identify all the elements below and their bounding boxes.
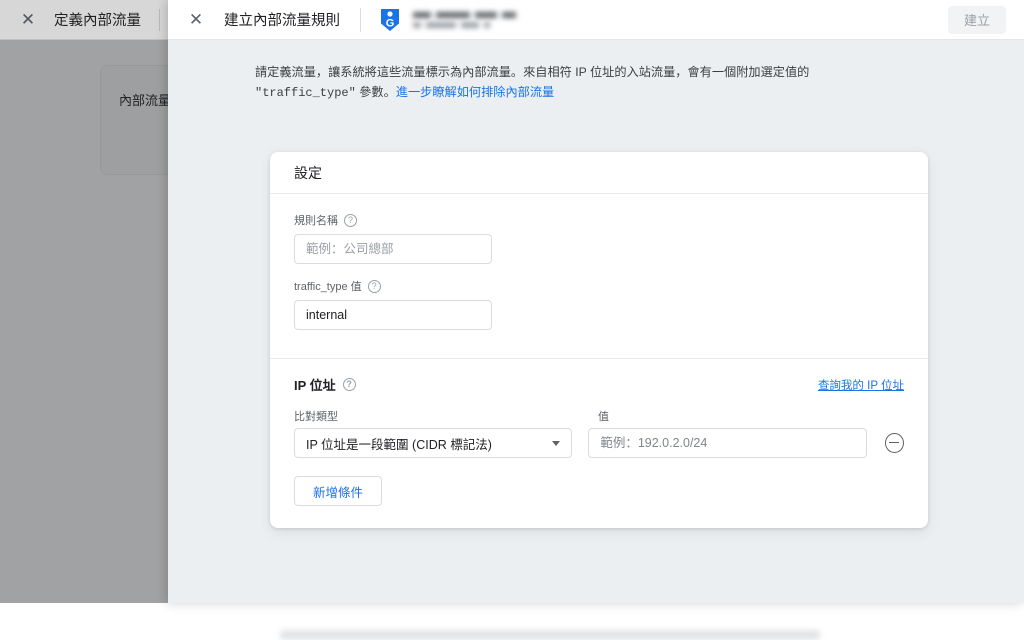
match-type-column-label: 比對類型 (294, 408, 598, 424)
traffic-type-label: traffic_type 值 (294, 278, 362, 294)
ip-section-heading: IP 位址 (294, 375, 336, 394)
background-footer-bar (280, 630, 820, 640)
ip-section-header-row: IP 位址 ? 查詢我的 IP 位址 (294, 375, 904, 394)
modal-title: 建立內部流量規則 (224, 9, 340, 30)
match-type-selected-value: IP 位址是一段範圍 (CIDR 標記法) (306, 434, 492, 453)
settings-card-header: 設定 (270, 152, 928, 194)
remove-circle-icon[interactable] (885, 433, 904, 453)
condition-row: IP 位址是一段範圍 (CIDR 標記法) (294, 428, 904, 458)
modal-header: ✕ 建立內部流量規則 G 建立 (168, 0, 1024, 40)
settings-header-title: 設定 (294, 163, 322, 183)
intro-part-1: 請定義流量，讓系統將這些流量標示為內部流量。來自相符 IP 位址的入站流量，會有… (255, 65, 809, 79)
account-name-line-2 (413, 22, 516, 28)
condition-column-labels: 比對類型 值 (294, 408, 904, 424)
help-circle-icon[interactable]: ? (344, 214, 357, 227)
intro-part-2: 參數。 (356, 85, 396, 99)
close-icon[interactable]: ✕ (176, 0, 216, 40)
add-condition-button[interactable]: 新增條件 (294, 476, 382, 506)
create-button[interactable]: 建立 (948, 6, 1006, 34)
intro-description: 請定義流量，讓系統將這些流量標示為內部流量。來自相符 IP 位址的入站流量，會有… (255, 62, 911, 103)
google-analytics-tag-icon: G (379, 7, 401, 33)
modal-body: 請定義流量，讓系統將這些流量標示為內部流量。來自相符 IP 位址的入站流量，會有… (168, 40, 1024, 603)
svg-text:G: G (386, 17, 395, 29)
value-column-label: 值 (598, 408, 609, 424)
account-name-line-1 (413, 12, 516, 18)
account-name-redacted (413, 12, 516, 28)
rule-name-input[interactable] (294, 234, 492, 264)
overlay-scrim-top (0, 0, 168, 40)
traffic-type-label-row: traffic_type 值 ? (294, 278, 904, 294)
intro-code: "traffic_type" (255, 86, 356, 100)
rule-name-label-row: 規則名稱 ? (294, 212, 904, 228)
ip-section-heading-group: IP 位址 ? (294, 375, 356, 394)
settings-card: 設定 規則名稱 ? traffic_type 值 ? (270, 152, 928, 528)
rule-name-label: 規則名稱 (294, 212, 338, 228)
match-type-select[interactable]: IP 位址是一段範圍 (CIDR 標記法) (294, 428, 572, 458)
header-divider (360, 8, 361, 32)
lookup-my-ip-link[interactable]: 查詢我的 IP 位址 (818, 377, 904, 393)
settings-fields-section: 規則名稱 ? traffic_type 值 ? (270, 194, 928, 352)
learn-more-link[interactable]: 進一步瞭解如何排除內部流量 (396, 85, 554, 99)
help-circle-icon[interactable]: ? (368, 280, 381, 293)
ip-address-section: IP 位址 ? 查詢我的 IP 位址 比對類型 值 IP 位址是一段範圍 (CI… (270, 359, 928, 528)
overlay-scrim (0, 40, 168, 603)
traffic-type-field-block: traffic_type 值 ? (294, 278, 904, 330)
chevron-down-icon (552, 441, 560, 446)
traffic-type-input[interactable] (294, 300, 492, 330)
rule-name-field-block: 規則名稱 ? (294, 212, 904, 264)
ip-value-input[interactable] (588, 428, 866, 458)
help-circle-icon[interactable]: ? (343, 378, 356, 391)
create-internal-traffic-rule-panel: ✕ 建立內部流量規則 G 建立 (168, 0, 1024, 603)
